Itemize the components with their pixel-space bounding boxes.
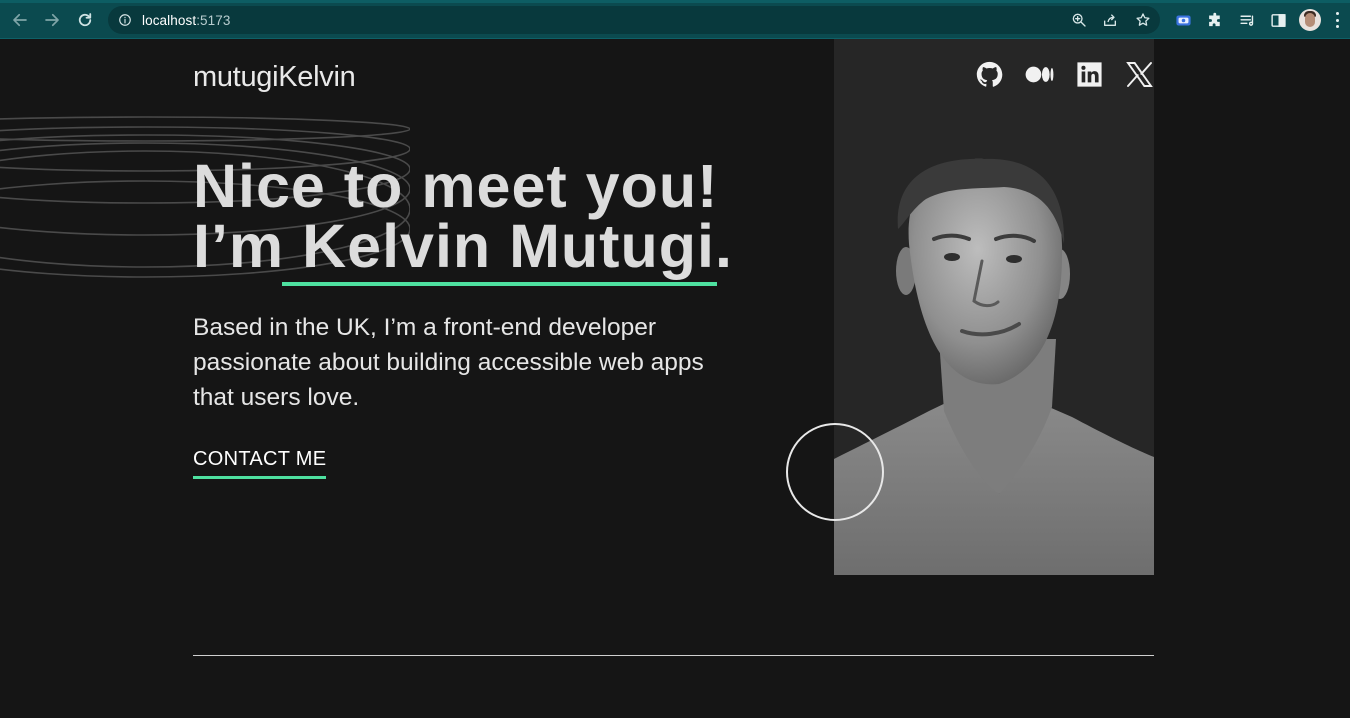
bookmark-star-icon[interactable]	[1134, 11, 1152, 29]
portrait-illustration	[834, 158, 1154, 575]
x-icon[interactable]	[1124, 59, 1154, 89]
forward-icon[interactable]	[39, 7, 65, 33]
section-divider	[193, 655, 1154, 656]
more-menu-icon[interactable]	[1336, 12, 1340, 28]
url-port: :5173	[196, 12, 231, 28]
share-icon[interactable]	[1101, 11, 1119, 29]
back-icon[interactable]	[7, 7, 33, 33]
avatar-face	[1305, 13, 1315, 27]
url-text[interactable]: localhost:5173	[142, 13, 230, 28]
more-dot	[1336, 12, 1339, 15]
profile-photo	[834, 39, 1154, 575]
hero-name: Kelvin Mutugi	[302, 212, 715, 280]
reload-icon[interactable]	[72, 7, 98, 33]
screen-capture-extension-icon[interactable]	[1173, 10, 1193, 30]
hero-line-1: Nice to meet you!	[193, 152, 719, 220]
more-dot	[1336, 18, 1339, 22]
medium-icon[interactable]	[1024, 59, 1054, 89]
contact-me-button[interactable]: CONTACT ME	[193, 448, 327, 479]
side-panel-icon[interactable]	[1268, 10, 1288, 30]
site-logo[interactable]: mutugiKelvin	[193, 61, 356, 94]
reading-list-icon[interactable]	[1237, 10, 1257, 30]
linkedin-icon[interactable]	[1074, 59, 1104, 89]
zoom-icon[interactable]	[1070, 11, 1088, 29]
extensions-puzzle-icon[interactable]	[1205, 10, 1225, 30]
portfolio-page: mutugiKelvin Nice to meet you! I’m Kelvi…	[0, 39, 1350, 718]
browser-toolbar: localhost:5173	[0, 0, 1350, 39]
url-host: localhost	[142, 12, 197, 28]
more-dot	[1336, 25, 1339, 28]
address-bar[interactable]: localhost:5173	[108, 6, 1160, 34]
profile-avatar[interactable]	[1299, 9, 1321, 31]
hero-line-2-prefix: I’m	[193, 212, 303, 280]
github-icon[interactable]	[974, 59, 1004, 89]
site-info-icon[interactable]	[118, 13, 132, 27]
hero-heading: Nice to meet you! I’m Kelvin Mutugi.	[193, 156, 733, 277]
decorative-circle	[786, 423, 884, 521]
intro-paragraph: Based in the UK, I’m a front-end develop…	[193, 314, 704, 411]
hero-line-2-suffix: .	[714, 212, 733, 280]
